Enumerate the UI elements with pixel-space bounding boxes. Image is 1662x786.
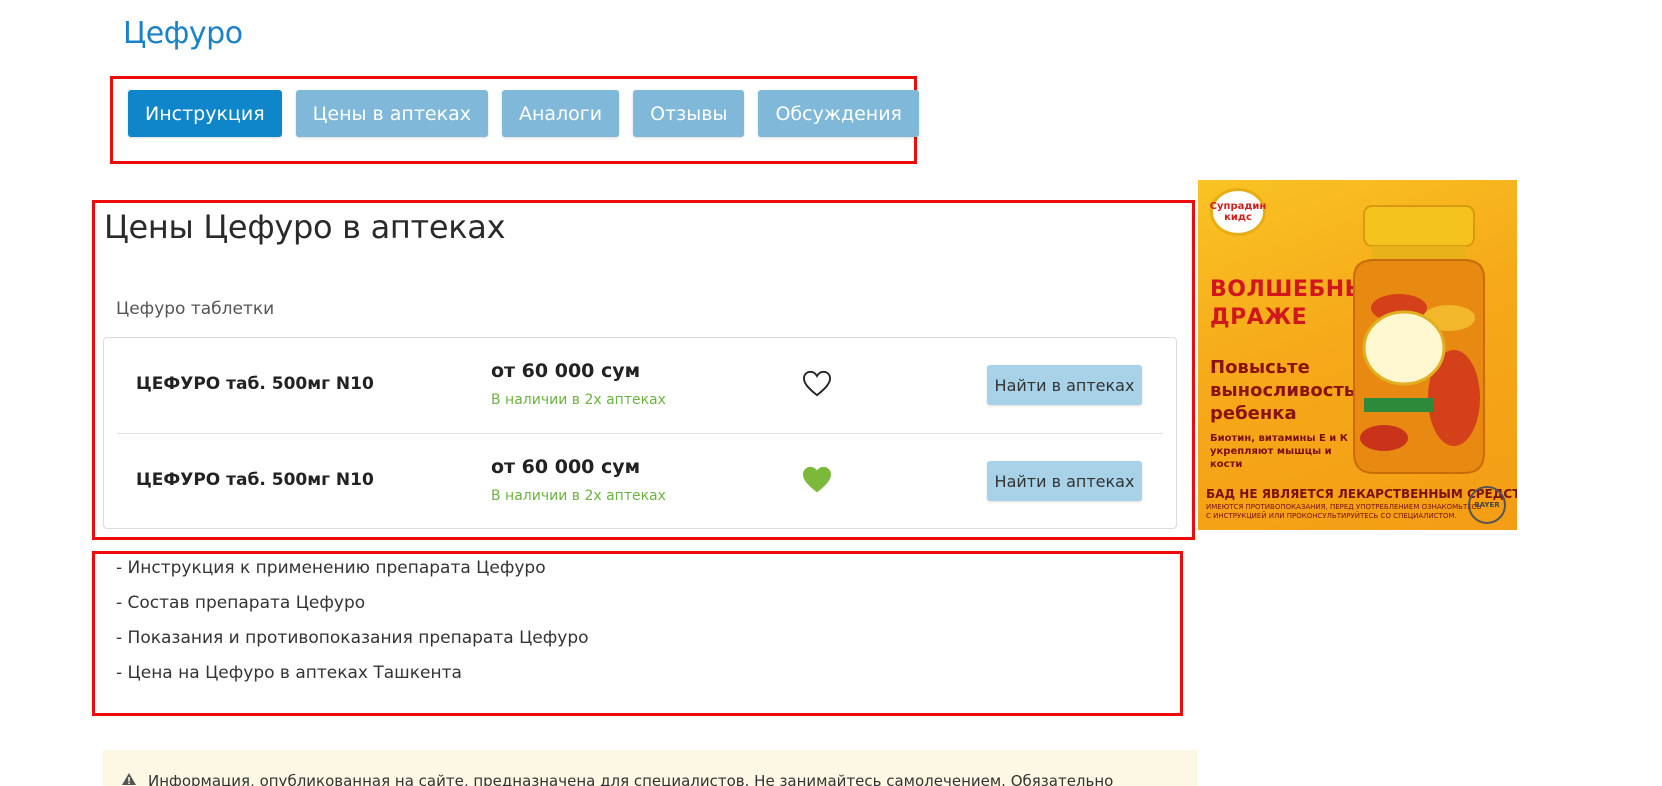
price-list-card: ЦЕФУРО таб. 500мг N10 от 60 000 сум В на… [103,337,1177,529]
page-title: Цефуро [123,16,243,51]
bayer-logo: BAYER [1468,486,1506,524]
prices-heading: Цены Цефуро в аптеках [104,208,506,246]
product-group-title: Цефуро таблетки [116,299,275,319]
product-price: от 60 000 сум [491,360,641,382]
ad-small-print-line: С ИНСТРУКЦИЕЙ ИЛИ ПРОКОНСУЛЬТИРУЙТЕСЬ СО… [1206,512,1457,520]
tab-analogs[interactable]: Аналоги [501,90,620,137]
link-price-tashkent[interactable]: - Цена на Цефуро в аптеках Ташкента [116,662,589,697]
heart-filled-icon[interactable] [802,466,832,494]
ad-brand-logo: Супрадин кидс [1210,188,1266,236]
ad-small-line: укрепляют мышцы и кости [1210,446,1332,470]
tab-bar: Инструкция Цены в аптеках Аналоги Отзывы… [128,90,919,137]
ad-small-print-line: ИМЕЮТСЯ ПРОТИВОПОКАЗАНИЯ, ПЕРЕД УПОТРЕБЛ… [1206,503,1482,511]
warning-icon [122,773,136,785]
price-row: ЦЕФУРО таб. 500мг N10 от 60 000 сум В на… [104,434,1176,529]
tab-prices[interactable]: Цены в аптеках [295,90,488,137]
find-in-pharmacies-button[interactable]: Найти в аптеках [987,461,1142,501]
ad-subheadline: Повысьте выносливость ребенка [1210,356,1355,425]
ad-sub-line: Повысьте [1210,357,1310,378]
product-name: ЦЕФУРО таб. 500мг N10 [136,470,374,490]
advertisement-banner[interactable]: Супрадин кидс ВОЛШЕБНЫЕ ДРАЖЕ Повысьте в… [1198,180,1517,530]
disclaimer-notice: Информация, опубликованная на сайте, пре… [103,750,1197,786]
price-row: ЦЕФУРО таб. 500мг N10 от 60 000 сум В на… [104,338,1176,433]
ad-small-print: ИМЕЮТСЯ ПРОТИВОПОКАЗАНИЯ, ПЕРЕД УПОТРЕБЛ… [1206,503,1481,521]
find-in-pharmacies-button[interactable]: Найти в аптеках [987,365,1142,405]
disclaimer-text: Информация, опубликованная на сайте, пре… [148,772,1114,786]
product-price: от 60 000 сум [491,456,641,478]
ad-small-text: Биотин, витамины Е и К укрепляют мышцы и… [1210,432,1360,471]
availability-text: В наличии в 2х аптеках [491,392,666,408]
link-indications[interactable]: - Показания и противопоказания препарата… [116,627,589,662]
tab-discussions[interactable]: Обсуждения [758,90,919,137]
link-instruction[interactable]: - Инструкция к применению препарата Цефу… [116,557,589,592]
ad-small-line: Биотин, витамины Е и К [1210,433,1348,444]
heart-outline-icon[interactable] [802,370,832,398]
ad-sub-line: ребенка [1210,403,1297,424]
related-links: - Инструкция к применению препарата Цефу… [116,557,589,697]
availability-text: В наличии в 2х аптеках [491,488,666,504]
link-composition[interactable]: - Состав препарата Цефуро [116,592,589,627]
tab-instruction[interactable]: Инструкция [128,90,282,137]
vitamin-bottle-image [1353,205,1485,474]
ad-sub-line: выносливость [1210,380,1356,401]
tab-reviews[interactable]: Отзывы [633,90,745,137]
product-name: ЦЕФУРО таб. 500мг N10 [136,374,374,394]
